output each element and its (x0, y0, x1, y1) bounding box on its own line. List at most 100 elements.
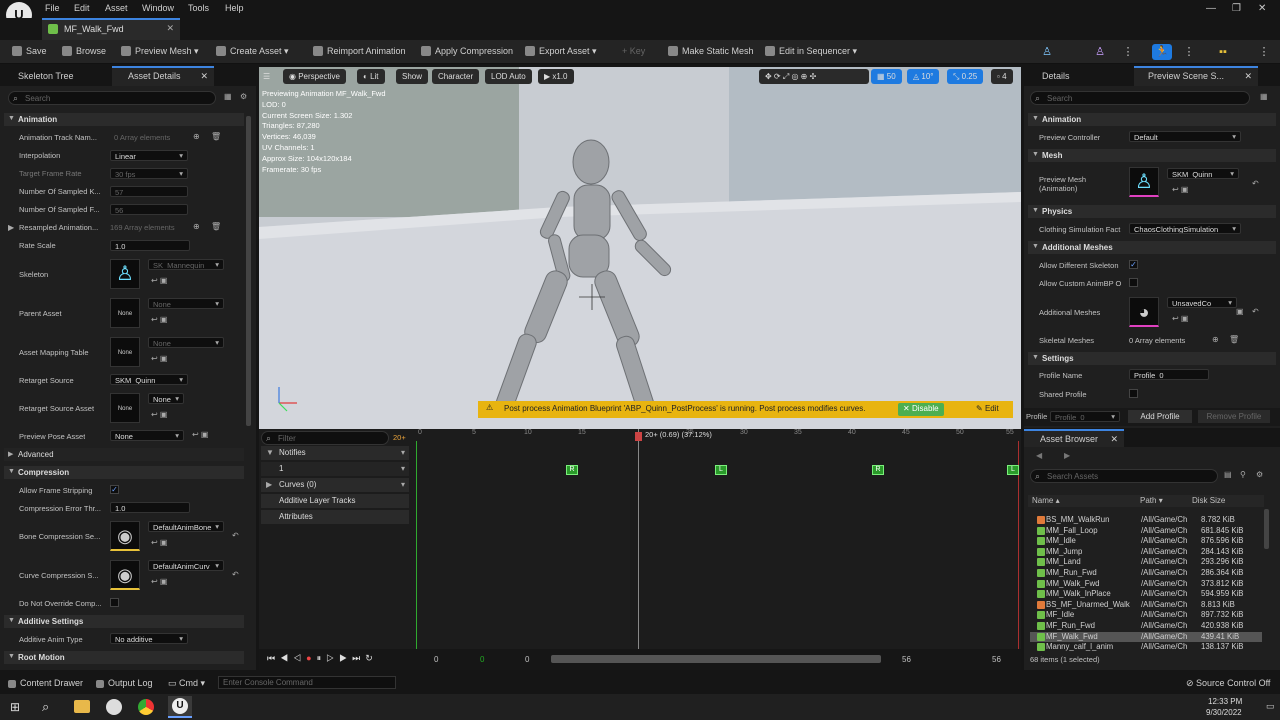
asset-list-scrollbar[interactable] (1264, 509, 1269, 549)
additional-meshes-dropdown[interactable]: UnsavedCo (1167, 297, 1237, 308)
asset-row[interactable]: MM_Fall_Loop/All/Game/Ch 681.845 KiB (1030, 526, 1262, 537)
skeleton-dropdown[interactable]: SK_Mannequin (148, 259, 224, 270)
tab-skeleton-tree[interactable]: Skeleton Tree (0, 66, 82, 86)
use-selected-icon-5[interactable]: ↩ ▣ (192, 430, 208, 439)
content-drawer-button[interactable]: Content Drawer (8, 678, 83, 688)
output-log-button[interactable]: Output Log (96, 678, 153, 688)
allow-diff-skeleton-checkbox[interactable]: ✓ (1129, 260, 1138, 269)
add-element-icon-2[interactable]: ⊕ (193, 222, 200, 231)
source-control-button[interactable]: ⊘ Source Control Off (1186, 678, 1270, 689)
more-options-icon-2[interactable]: ⋮ (1179, 44, 1199, 60)
save-mesh-icon[interactable]: ▣ (1236, 307, 1244, 316)
unreal-taskbar-button[interactable]: U (168, 696, 192, 718)
use-selected-icon-3[interactable]: ↩ ▣ (151, 354, 167, 363)
blueprint-mode-icon[interactable]: ▪▪ (1213, 44, 1233, 60)
parent-asset-dropdown[interactable]: None (148, 298, 224, 309)
asset-row[interactable]: MM_Land/All/Game/Ch 293.296 KiB (1030, 557, 1262, 568)
reimport-button[interactable]: Reimport Animation (313, 46, 406, 56)
num-sampled-keys-field[interactable]: 57 (110, 186, 188, 197)
file-explorer-icon[interactable] (74, 700, 90, 713)
apply-compression-button[interactable]: Apply Compression (421, 46, 513, 56)
playhead-line[interactable] (638, 429, 639, 649)
attributes-track[interactable]: Attributes (261, 510, 409, 524)
menu-asset[interactable]: Asset (105, 3, 128, 13)
scale-snap-button[interactable]: ⤡ 0.25 (947, 69, 984, 84)
section-mesh[interactable]: ▼ Mesh (1028, 149, 1276, 162)
menu-window[interactable]: Window (142, 3, 174, 13)
transport-controls[interactable]: ⏮◀◁●⏸▷▶⏭↻ (267, 653, 378, 664)
search-icon[interactable]: ⌕ (42, 699, 49, 715)
allow-custom-animbp-checkbox[interactable] (1129, 278, 1138, 287)
profile-dropdown[interactable]: Profile_0 (1050, 411, 1120, 422)
asset-row[interactable]: MM_Walk_InPlace/All/Game/Ch 594.959 KiB (1030, 589, 1262, 600)
retarget-source-asset-thumbnail[interactable]: None (110, 393, 140, 423)
add-profile-button[interactable]: Add Profile (1128, 410, 1192, 423)
menu-help[interactable]: Help (225, 3, 244, 13)
edit-button[interactable]: ✎ Edit (971, 403, 1004, 416)
skeleton-mode-icon[interactable]: ♙ (1037, 44, 1057, 60)
filter-icon[interactable]: ⚲ (1240, 470, 1246, 479)
record-icon[interactable]: ● (306, 653, 316, 663)
asset-row[interactable]: MF_Walk_Fwd/All/Game/Ch 439.41 KiB (1030, 631, 1262, 643)
settings-gear-icon[interactable]: ⚙ (240, 92, 247, 101)
column-path[interactable]: Path ▾ (1140, 496, 1163, 505)
asset-row[interactable]: MM_Run_Fwd/All/Game/Ch 286.364 KiB (1030, 568, 1262, 579)
rate-scale-field[interactable]: 1.0 (110, 240, 190, 251)
reset-to-default-icon-2[interactable]: ↶ (232, 570, 239, 579)
preview-pose-dropdown[interactable]: None (110, 430, 184, 441)
preview-mesh-thumbnail[interactable]: ♙ (1129, 167, 1159, 197)
make-static-mesh-button[interactable]: Make Static Mesh (668, 46, 754, 56)
notifies-track[interactable]: ▼ Notifies ▾ (261, 446, 409, 460)
section-additional-meshes[interactable]: ▼ Additional Meshes (1028, 241, 1276, 254)
more-options-icon[interactable]: ⋮ (1118, 44, 1138, 60)
notify-key[interactable]: L (1007, 465, 1019, 475)
use-selected-icon-2[interactable]: ↩ ▣ (151, 315, 167, 324)
skeleton-thumbnail[interactable]: ♙ (110, 259, 140, 289)
section-physics[interactable]: ▼ Physics (1028, 205, 1276, 218)
add-element-icon[interactable]: ⊕ (193, 132, 200, 141)
interpolation-dropdown[interactable]: Linear (110, 150, 188, 161)
tab-asset-details[interactable]: Asset Details ✕ (112, 66, 214, 86)
view-options-icon[interactable]: ▦ (224, 92, 232, 101)
chrome-icon[interactable] (138, 699, 154, 715)
reset-to-default-icon[interactable]: ↶ (232, 531, 239, 540)
maximize-icon[interactable]: ❐ (1232, 3, 1241, 14)
do-not-override-checkbox[interactable] (110, 598, 119, 607)
compression-error-field[interactable]: 1.0 (110, 502, 190, 513)
section-root-motion[interactable]: ▼ Root Motion (4, 651, 244, 664)
delete-icon-2[interactable]: 🗑 (211, 222, 221, 231)
section-animation[interactable]: ▼ Animation (1028, 113, 1276, 126)
preview-mesh-dropdown[interactable]: SKM_Quinn (1167, 168, 1239, 179)
asset-row[interactable]: BS_MF_Unarmed_Walk/All/Game/Ch 8.813 KiB (1030, 600, 1262, 611)
tab-asset-browser[interactable]: Asset Browser ✕ (1024, 429, 1124, 447)
notify-key[interactable]: R (566, 465, 578, 475)
parent-asset-thumbnail[interactable]: None (110, 298, 140, 328)
transform-tools[interactable]: ✥ ⟳ ⤢ ◎ ⊕ ✣ (759, 69, 869, 84)
save-button[interactable]: Save (12, 46, 47, 56)
section-advanced[interactable]: ▶ Advanced (4, 448, 244, 461)
asset-row[interactable]: MF_Run_Fwd/All/Game/Ch 420.938 KiB (1030, 621, 1262, 632)
close-window-icon[interactable]: ✕ (1258, 3, 1266, 14)
document-tab[interactable]: MF_Walk_Fwd ✕ (42, 18, 180, 40)
more-options-icon-3[interactable]: ⋮ (1254, 44, 1274, 60)
export-asset-button[interactable]: Export Asset ▾ (525, 46, 597, 57)
use-selected-icon-6[interactable]: ↩ ▣ (151, 538, 167, 547)
character-button[interactable]: Character (432, 69, 480, 84)
preview-mesh-button[interactable]: Preview Mesh ▾ (121, 46, 199, 57)
asset-row[interactable]: MF_Idle/All/Game/Ch 897.732 KiB (1030, 610, 1262, 621)
asset-search-input[interactable]: ⌕ Search Assets (1030, 469, 1218, 483)
unity-app-icon[interactable] (106, 699, 122, 715)
close-tab-icon[interactable]: ✕ (1110, 434, 1118, 445)
perspective-button[interactable]: ◉ Perspective (283, 69, 346, 84)
profile-name-field[interactable]: Profile_0 (1129, 369, 1209, 380)
use-selected-icon-4[interactable]: ↩ ▣ (151, 410, 167, 419)
close-tab-icon[interactable]: ✕ (200, 71, 208, 82)
details-search-input[interactable]: ⌕ Search (8, 91, 216, 105)
delete-icon[interactable]: 🗑 (211, 132, 221, 141)
console-input[interactable]: Enter Console Command (218, 676, 396, 689)
reset-to-default-icon-2[interactable]: ↶ (1252, 307, 1259, 316)
section-settings[interactable]: ▼ Settings (1028, 352, 1276, 365)
tab-details[interactable]: Details (1024, 66, 1078, 86)
close-tab-icon[interactable]: ✕ (166, 23, 174, 34)
retarget-source-asset-dropdown[interactable]: None (148, 393, 184, 404)
